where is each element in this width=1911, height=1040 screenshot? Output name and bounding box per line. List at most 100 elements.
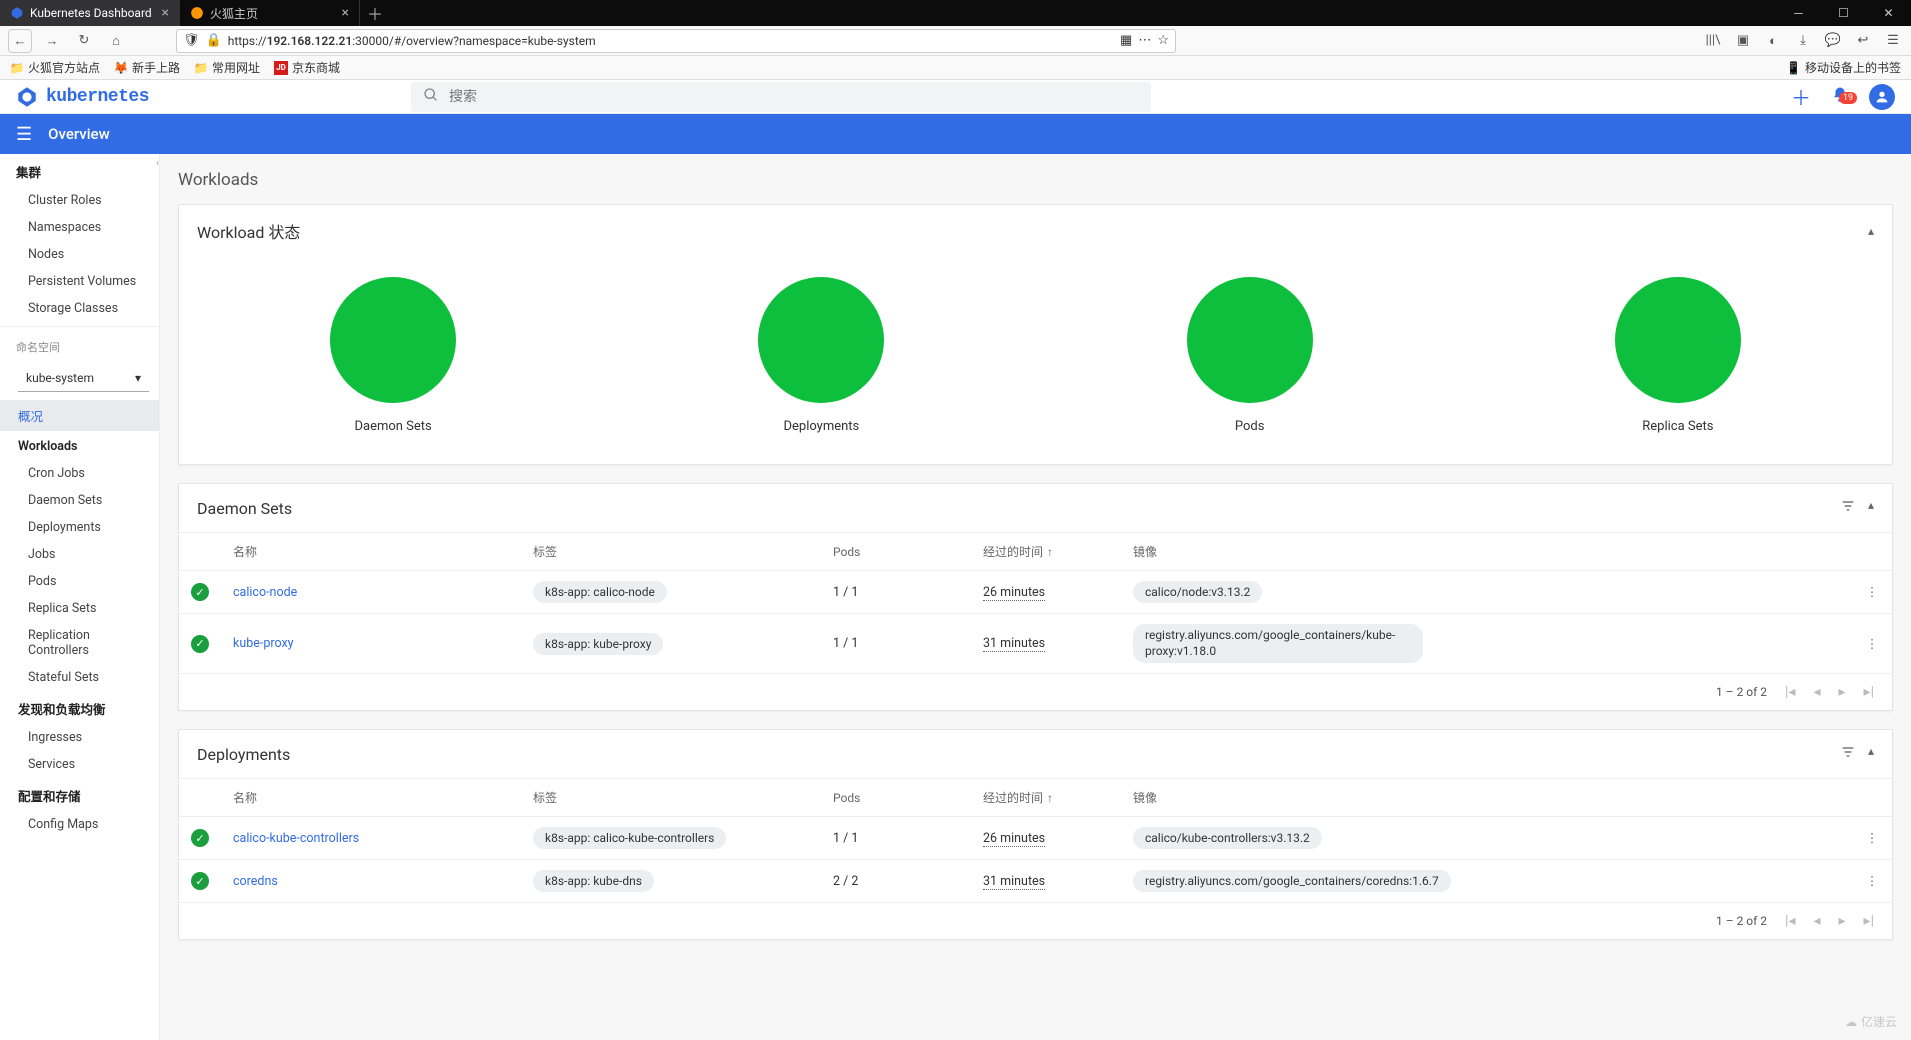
library-icon[interactable]: |||\ (1703, 31, 1723, 51)
col-elapsed[interactable]: 经过的时间↑ (971, 779, 1121, 817)
label-chip[interactable]: k8s-app: calico-node (533, 581, 667, 603)
window-close-button[interactable]: ✕ (1866, 0, 1911, 26)
menu-icon[interactable]: ☰ (1883, 31, 1903, 51)
mobile-bookmarks[interactable]: 📱移动设备上的书签 (1786, 59, 1901, 76)
row-menu-button[interactable]: ⋮ (1852, 614, 1892, 674)
sidebar-heading-storage[interactable]: 配置和存储 (0, 778, 159, 811)
last-page-button[interactable]: ▸| (1864, 913, 1874, 929)
first-page-button[interactable]: |◂ (1785, 684, 1795, 700)
collapse-icon[interactable]: ▴ (1868, 224, 1874, 238)
search-box[interactable] (411, 82, 1151, 112)
star-icon[interactable]: ☆ (1157, 33, 1169, 48)
hamburger-icon[interactable]: ☰ (16, 124, 32, 145)
reload-button[interactable]: ↻ (72, 29, 96, 53)
kubernetes-logo[interactable]: kubernetes (16, 86, 149, 108)
row-menu-button[interactable]: ⋮ (1852, 817, 1892, 860)
filter-icon[interactable] (1840, 744, 1856, 764)
sidebar-item-daemonsets[interactable]: Daemon Sets (0, 487, 159, 514)
image-chip[interactable]: calico/kube-controllers:v3.13.2 (1133, 827, 1322, 849)
sidebar-item-pods[interactable]: Pods (0, 568, 159, 595)
filter-icon[interactable] (1840, 498, 1856, 518)
col-pods[interactable]: Pods (821, 779, 971, 817)
bookmark-item[interactable]: JD京东商城 (274, 59, 340, 76)
image-chip[interactable]: registry.aliyuncs.com/google_containers/… (1133, 624, 1423, 663)
col-image[interactable]: 镜像 (1121, 533, 1852, 571)
new-tab-button[interactable]: ＋ (360, 0, 390, 26)
close-icon[interactable]: × (342, 5, 349, 21)
more-icon[interactable]: ⋯ (1138, 33, 1151, 48)
label-chip[interactable]: k8s-app: calico-kube-controllers (533, 827, 726, 849)
url-bar[interactable]: 🛡 🔒 https://192.168.122.21:30000/#/overv… (176, 29, 1176, 53)
sidebar-item-statefulsets[interactable]: Stateful Sets (0, 664, 159, 691)
window-maximize-button[interactable]: ☐ (1821, 0, 1866, 26)
row-menu-button[interactable]: ⋮ (1852, 571, 1892, 614)
shield2-icon[interactable]: ◐ (1763, 31, 1783, 51)
first-page-button[interactable]: |◂ (1785, 913, 1795, 929)
namespace-selector[interactable]: kube-system ▾ (18, 365, 149, 392)
content-area: Workloads Workload 状态 ▴ Daemon Sets Depl… (160, 154, 1911, 1040)
col-pods[interactable]: Pods (821, 533, 971, 571)
chat-icon[interactable]: 💬 (1823, 31, 1843, 51)
image-chip[interactable]: calico/node:v3.13.2 (1133, 581, 1262, 603)
back-button[interactable]: ← (8, 29, 32, 53)
sidebar-item-persistent-volumes[interactable]: Persistent Volumes (0, 268, 159, 295)
window-minimize-button[interactable]: ─ (1776, 0, 1821, 26)
sidebar-item-nodes[interactable]: Nodes (0, 241, 159, 268)
sidebar-item-cluster-roles[interactable]: Cluster Roles (0, 187, 159, 214)
download-icon[interactable]: ⤓ (1793, 31, 1813, 51)
row-menu-button[interactable]: ⋮ (1852, 860, 1892, 903)
sidebar-heading-lb[interactable]: 发现和负载均衡 (0, 691, 159, 724)
sidebar-item-ingresses[interactable]: Ingresses (0, 724, 159, 751)
forward-button[interactable]: → (40, 29, 64, 53)
user-menu[interactable] (1869, 84, 1895, 110)
resource-link[interactable]: kube-proxy (233, 636, 294, 651)
browser-tab-1[interactable]: 火狐主页 × (180, 0, 360, 26)
col-labels[interactable]: 标签 (521, 533, 821, 571)
undo-icon[interactable]: ↩ (1853, 31, 1873, 51)
sidebar-icon[interactable]: ▣ (1733, 31, 1753, 51)
sidebar-heading-workloads[interactable]: Workloads (0, 431, 159, 460)
col-elapsed[interactable]: 经过的时间↑ (971, 533, 1121, 571)
bookmark-item[interactable]: 🦊新手上路 (114, 59, 180, 76)
bookmark-item[interactable]: 📁火狐官方站点 (10, 59, 100, 76)
sidebar-item-replicasets[interactable]: Replica Sets (0, 595, 159, 622)
sidebar-item-services[interactable]: Services (0, 751, 159, 778)
check-icon: ✓ (191, 583, 209, 601)
next-page-button[interactable]: ▸ (1839, 913, 1846, 929)
sidebar-item-configmaps[interactable]: Config Maps (0, 811, 159, 838)
sidebar-item-jobs[interactable]: Jobs (0, 541, 159, 568)
collapse-icon[interactable]: ▴ (1868, 744, 1874, 764)
sidebar-item-storage-classes[interactable]: Storage Classes (0, 295, 159, 322)
resource-link[interactable]: calico-kube-controllers (233, 831, 359, 846)
image-chip[interactable]: registry.aliyuncs.com/google_containers/… (1133, 870, 1451, 892)
label-chip[interactable]: k8s-app: kube-proxy (533, 633, 663, 655)
status-pods: Pods (1187, 277, 1313, 434)
sidebar-item-overview[interactable]: 概况 (0, 400, 159, 431)
prev-page-button[interactable]: ◂ (1813, 913, 1820, 929)
create-button[interactable]: ＋ (1791, 82, 1811, 111)
notifications-button[interactable]: 19 (1831, 86, 1849, 108)
resource-link[interactable]: calico-node (233, 585, 297, 600)
search-input[interactable] (449, 89, 1139, 105)
home-button[interactable]: ⌂ (104, 29, 128, 53)
close-icon[interactable]: × (162, 5, 169, 21)
prev-page-button[interactable]: ◂ (1813, 684, 1820, 700)
next-page-button[interactable]: ▸ (1839, 684, 1846, 700)
last-page-button[interactable]: ▸| (1864, 684, 1874, 700)
sidebar-item-namespaces[interactable]: Namespaces (0, 214, 159, 241)
col-name[interactable]: 名称 (221, 779, 521, 817)
card-title: Workload 状态 (197, 219, 300, 243)
chevron-left-icon[interactable]: ‹ (156, 158, 159, 169)
bookmark-item[interactable]: 📁常用网址 (194, 59, 260, 76)
sidebar-item-cronjobs[interactable]: Cron Jobs (0, 460, 159, 487)
col-image[interactable]: 镜像 (1121, 779, 1852, 817)
collapse-icon[interactable]: ▴ (1868, 498, 1874, 518)
resource-link[interactable]: coredns (233, 874, 278, 889)
browser-tab-0[interactable]: Kubernetes Dashboard × (0, 0, 180, 26)
sidebar-item-replication-controllers[interactable]: Replication Controllers (0, 622, 159, 664)
sidebar-item-deployments[interactable]: Deployments (0, 514, 159, 541)
col-labels[interactable]: 标签 (521, 779, 821, 817)
qr-icon[interactable]: ▦ (1120, 33, 1132, 48)
label-chip[interactable]: k8s-app: kube-dns (533, 870, 654, 892)
col-name[interactable]: 名称 (221, 533, 521, 571)
